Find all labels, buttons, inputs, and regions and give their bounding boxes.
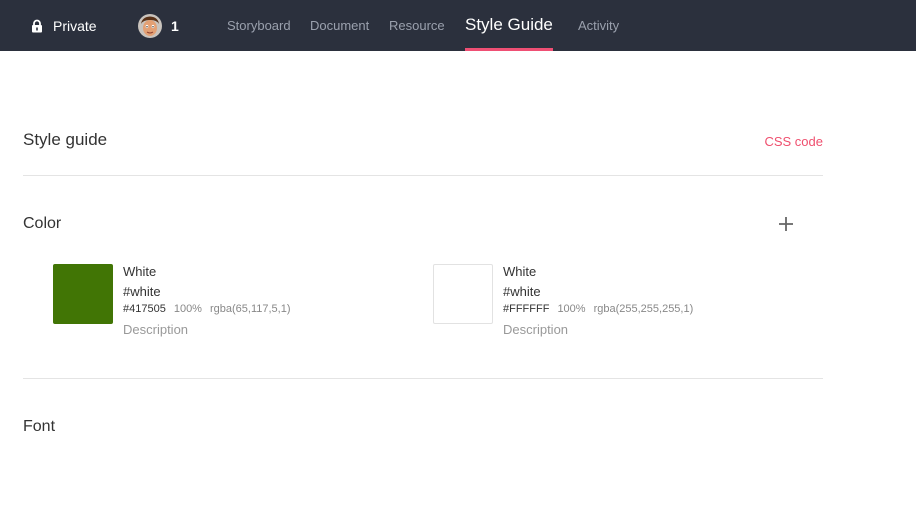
page-header: Style guide CSS code [23,128,823,154]
color-info: White #white #417505 100% rgba(65,117,5,1)… [123,264,291,338]
color-description[interactable]: Description [123,322,291,338]
color-swatch[interactable] [433,264,493,324]
color-name: White [123,264,157,279]
color-item[interactable]: White #white #417505 100% rgba(65,117,5,1)… [53,264,393,344]
user-avatar[interactable] [138,13,162,38]
tab-style-guide[interactable]: Style Guide [465,0,553,51]
project-members[interactable]: 1 [138,0,179,51]
color-name: White [503,264,537,279]
page-title: Style guide [23,130,108,149]
color-meta: #417505 100% rgba(65,117,5,1) [123,302,291,322]
lock-icon [32,19,42,32]
color-rgba: rgba(255,255,255,1) [593,303,694,315]
color-hex: #417505 [123,303,166,315]
color-divider [23,378,823,379]
tab-resource[interactable]: Resource [389,0,445,51]
color-swatch[interactable] [53,264,113,324]
color-item[interactable]: White #white #FFFFFF 100% rgba(255,255,255… [433,264,773,344]
color-variable: #white [503,284,541,299]
font-section-title: Font [23,418,56,435]
tab-document[interactable]: Document [310,0,369,51]
color-rgba: rgba(65,117,5,1) [209,303,291,315]
css-code-link[interactable]: CSS code [764,134,823,149]
color-description[interactable]: Description [503,322,693,338]
color-section-title: Color [23,215,62,232]
privacy-label: Private [53,17,97,34]
color-meta: #FFFFFF 100% rgba(255,255,255,1) [503,302,693,322]
color-opacity: 100% [557,303,586,315]
color-opacity: 100% [173,303,202,315]
tab-storyboard[interactable]: Storyboard [227,0,291,51]
tab-activity[interactable]: Activity [578,0,619,51]
privacy-toggle[interactable]: Private [30,0,97,51]
member-count: 1 [171,17,179,34]
header-divider [23,175,823,176]
plus-icon[interactable] [776,214,796,234]
top-navigation-bar: Private 1 Storyboard Document Resource S… [0,0,916,51]
color-hex: #FFFFFF [503,303,550,315]
color-variable: #white [123,284,161,299]
color-info: White #white #FFFFFF 100% rgba(255,255,255… [503,264,693,338]
